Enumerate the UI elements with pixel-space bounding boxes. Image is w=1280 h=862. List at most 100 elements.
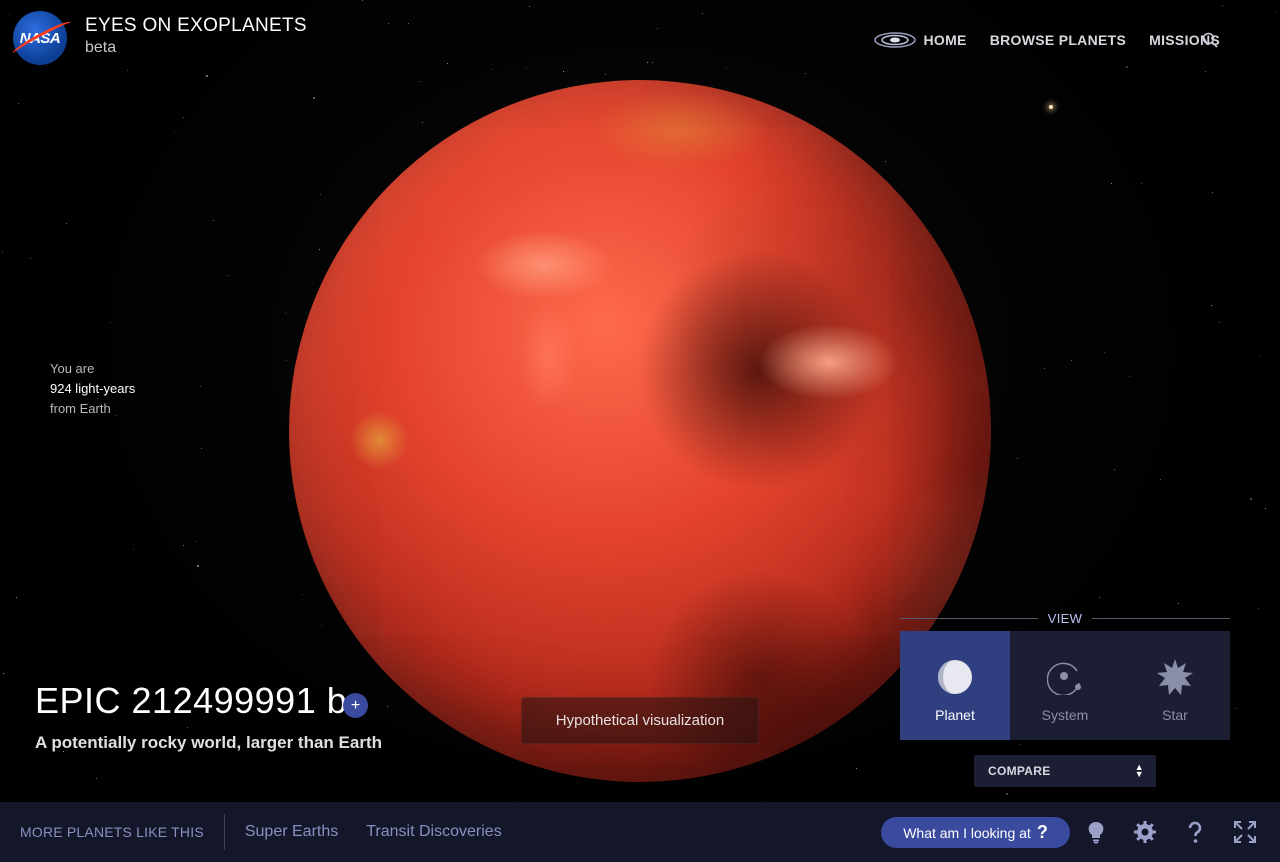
star-dot [187,727,188,728]
star-dot [183,117,184,118]
system-icon [1046,659,1083,697]
nasa-logo[interactable]: NASA [10,11,74,65]
bright-star [1049,105,1053,109]
star-dot [1160,479,1161,480]
star-dot [30,258,31,259]
star-dot [447,63,448,64]
star-dot [213,220,214,221]
star-dot [388,23,389,24]
star-icon [1157,659,1193,695]
search-icon[interactable] [1202,32,1218,48]
divider [1092,618,1230,619]
link-super-earths[interactable]: Super Earths [245,823,338,841]
divider [223,814,225,850]
app-subtitle: beta [85,39,117,56]
updown-icon: ▲ ▼ [1134,762,1144,779]
what-am-i-looking-at-button[interactable]: What am I looking at ? [881,817,1070,848]
star-dot [1219,322,1220,323]
planet-patch [589,90,769,170]
question-icon: ? [1036,822,1048,842]
nav-home-label: HOME [923,32,967,48]
distance-line-3: from Earth [50,401,111,416]
star-dot [702,13,703,14]
nav-home[interactable]: HOME [873,31,967,49]
lightbulb-icon[interactable] [1084,820,1108,844]
link-transit-discoveries[interactable]: Transit Discoveries [366,823,501,841]
star-dot [18,103,19,104]
star-dot [1205,71,1206,72]
settings-icon[interactable] [1133,820,1157,844]
star-dot [200,386,201,387]
star-dot [313,97,315,99]
add-planet-button[interactable]: + [343,693,368,718]
star-dot [605,74,606,75]
nav-browse-planets[interactable]: BROWSE PLANETS [990,32,1126,48]
star-dot [1071,360,1072,361]
compare-select[interactable]: COMPARE ▲ ▼ [974,755,1156,787]
star-dot [1020,744,1021,745]
star-dot [805,73,806,74]
star-dot [319,249,320,250]
view-planet-button[interactable]: Planet [900,631,1010,740]
star-dot [66,223,67,224]
planet-highland [519,300,579,410]
star-dot [1044,368,1045,369]
view-system-button[interactable]: System [1010,631,1120,740]
star-dot [196,541,197,542]
star-dot [387,706,388,707]
distance-line-1: You are [50,361,95,376]
star-dot [1099,597,1100,598]
planet-tagline: A potentially rocky world, larger than E… [35,733,382,752]
view-star-button[interactable]: Star [1120,631,1230,740]
app-title[interactable]: EYES ON EXOPLANETS [85,15,307,37]
view-star-label: Star [1162,707,1188,723]
planet-visualization[interactable] [289,80,991,782]
star-dot [16,597,17,598]
view-label: VIEW [900,611,1230,626]
star-dot [1259,356,1260,357]
distance-value: 924 light-years [50,381,136,396]
planet-patch [349,410,409,470]
star-dot [201,448,202,449]
star-dot [174,131,175,132]
planet-highland [474,230,614,300]
galaxy-icon [873,31,916,49]
star-dot [286,360,287,361]
star-dot [285,312,286,313]
star-dot [526,68,527,69]
star-dot [183,545,184,546]
star-dot [302,594,303,595]
star-dot [1104,352,1105,353]
star-dot [127,70,128,71]
view-system-label: System [1041,707,1089,723]
star-dot [227,275,228,276]
star-dot [419,81,420,82]
help-icon[interactable] [1183,820,1207,844]
distance-readout: You are 924 light-years from Earth [50,359,135,419]
star-dot [1141,183,1142,184]
star-dot [362,0,363,1]
star-dot [96,778,97,779]
star-dot [856,768,857,769]
star-dot [1006,793,1008,795]
planet-icon [937,659,973,695]
star-dot [652,62,653,63]
star-dot [1222,5,1223,6]
star-dot [657,28,658,29]
view-planet-label: Planet [935,707,975,723]
star-dot [408,23,409,24]
more-planets-label: MORE PLANETS LIKE THIS [20,824,204,840]
view-selector: Planet System Star [900,631,1230,740]
star-dot [1212,192,1213,193]
star-dot [1114,469,1115,470]
star-dot [529,6,530,7]
star-dot [1178,603,1179,604]
star-dot [2,252,3,253]
star-dot [197,565,199,567]
fullscreen-icon[interactable] [1233,820,1257,844]
star-dot [206,75,208,77]
star-dot [1235,708,1236,709]
star-dot [1111,183,1112,184]
star-dot [1265,508,1266,509]
planet-name: EPIC 212499991 b [35,680,348,721]
